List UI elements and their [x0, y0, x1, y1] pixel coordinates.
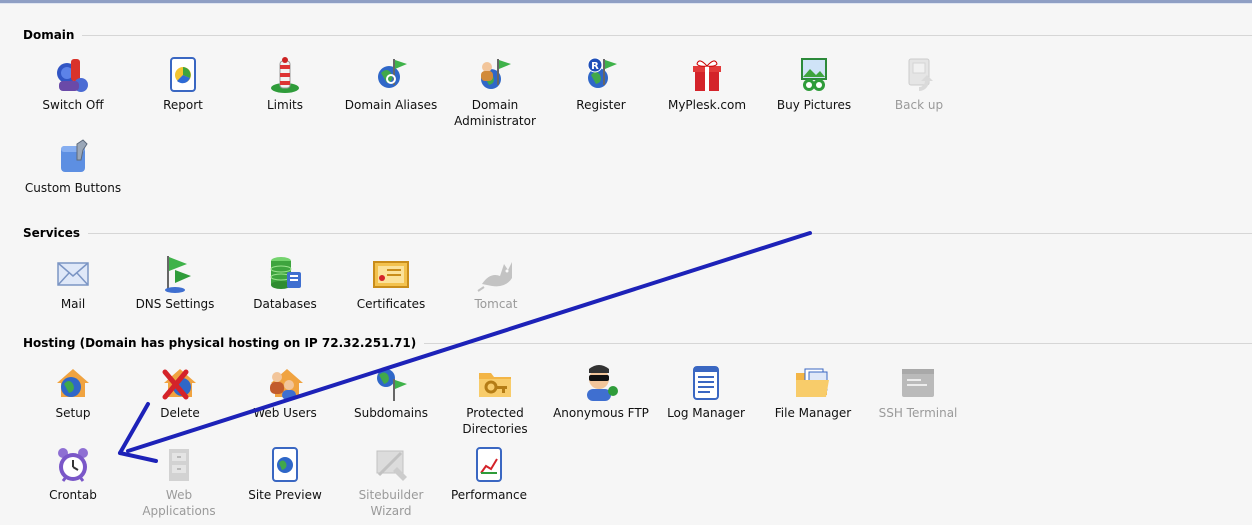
delete-label: Delete — [160, 406, 200, 420]
domain-aliases-label: Domain Aliases — [344, 98, 438, 112]
domain-administrator-icon — [475, 55, 515, 95]
report-icon — [163, 55, 203, 95]
myplesk-button[interactable]: MyPlesk.com — [658, 55, 756, 113]
ssh-terminal-button[interactable]: SSH Terminal — [869, 363, 967, 421]
tomcat-label: Tomcat — [474, 297, 518, 311]
setup-label: Setup — [55, 406, 91, 420]
certificate-icon — [371, 254, 411, 294]
backup-label: Back up — [894, 98, 944, 112]
protected-directories-button[interactable]: Protected Directories — [446, 363, 544, 437]
log-manager-label: Log Manager — [667, 406, 745, 420]
register-label: Register — [576, 98, 626, 112]
sitebuilder-wizard-label: Sitebuilder Wizard — [358, 488, 424, 518]
setup-icon — [53, 363, 93, 403]
sitebuilder-wizard-button[interactable]: Sitebuilder Wizard — [342, 445, 440, 519]
databases-label: Databases — [253, 297, 317, 311]
sitebuilder-icon — [371, 445, 411, 485]
register-icon: R — [581, 55, 621, 95]
subdomains-icon — [371, 363, 411, 403]
report-label: Report — [163, 98, 203, 112]
svg-text:R: R — [591, 61, 599, 72]
web-applications-label: Web Applications — [142, 488, 216, 518]
protected-directories-label: Protected Directories — [462, 406, 528, 436]
custom-buttons-label: Custom Buttons — [24, 181, 122, 195]
dns-settings-label: DNS Settings — [135, 297, 215, 311]
web-users-icon — [265, 363, 305, 403]
web-applications-button[interactable]: Web Applications — [130, 445, 228, 519]
anonymous-ftp-button[interactable]: Anonymous FTP — [552, 363, 650, 421]
domain-aliases-button[interactable]: Domain Aliases — [342, 55, 440, 113]
mail-button[interactable]: Mail — [24, 254, 122, 312]
database-icon — [265, 254, 305, 294]
switch-off-label: Switch Off — [42, 98, 104, 112]
performance-icon — [469, 445, 509, 485]
switch-off-button[interactable]: Switch Off — [24, 55, 122, 113]
domain-aliases-icon — [371, 55, 411, 95]
databases-button[interactable]: Databases — [236, 254, 334, 312]
file-manager-button[interactable]: File Manager — [764, 363, 862, 421]
mail-label: Mail — [60, 297, 86, 311]
anonymous-ftp-label: Anonymous FTP — [553, 406, 649, 420]
section-title-hosting: Hosting (Domain has physical hosting on … — [23, 335, 425, 351]
crontab-label: Crontab — [49, 488, 97, 502]
buy-pictures-label: Buy Pictures — [776, 98, 852, 112]
certificates-button[interactable]: Certificates — [342, 254, 440, 312]
alarm-clock-icon — [53, 445, 93, 485]
backup-icon — [899, 55, 939, 95]
section-title-services: Services — [23, 225, 89, 241]
certificates-label: Certificates — [356, 297, 426, 311]
limits-label: Limits — [267, 98, 303, 112]
top-border-highlight — [0, 3, 1252, 4]
domain-section-divider — [23, 35, 1252, 36]
log-manager-button[interactable]: Log Manager — [657, 363, 755, 421]
web-users-label: Web Users — [253, 406, 317, 420]
tomcat-icon — [476, 254, 516, 294]
performance-button[interactable]: Performance — [440, 445, 538, 503]
services-section-divider — [23, 233, 1252, 234]
register-button[interactable]: R Register — [552, 55, 650, 113]
pictures-icon — [794, 55, 834, 95]
performance-label: Performance — [450, 488, 528, 502]
backup-button[interactable]: Back up — [870, 55, 968, 113]
custom-buttons-icon — [53, 138, 93, 178]
dns-icon — [155, 254, 195, 294]
switch-off-icon — [53, 55, 93, 95]
tomcat-button[interactable]: Tomcat — [447, 254, 545, 312]
limits-button[interactable]: Limits — [236, 55, 334, 113]
domain-administrator-button[interactable]: Domain Administrator — [446, 55, 544, 129]
report-button[interactable]: Report — [134, 55, 232, 113]
custom-buttons-button[interactable]: Custom Buttons — [24, 138, 122, 196]
subdomains-button[interactable]: Subdomains — [342, 363, 440, 421]
site-preview-icon — [265, 445, 305, 485]
myplesk-label: MyPlesk.com — [667, 98, 747, 112]
delete-icon — [160, 363, 200, 403]
web-users-button[interactable]: Web Users — [236, 363, 334, 421]
terminal-icon — [898, 363, 938, 403]
subdomains-label: Subdomains — [353, 406, 429, 420]
gift-icon — [687, 55, 727, 95]
limits-icon — [265, 55, 305, 95]
buy-pictures-button[interactable]: Buy Pictures — [765, 55, 863, 113]
domain-administrator-label: Domain Administrator — [454, 98, 536, 128]
delete-button[interactable]: Delete — [131, 363, 229, 421]
file-manager-icon — [793, 363, 833, 403]
web-applications-icon — [159, 445, 199, 485]
site-preview-label: Site Preview — [248, 488, 322, 502]
anonymous-ftp-icon — [581, 363, 621, 403]
setup-button[interactable]: Setup — [24, 363, 122, 421]
dns-settings-button[interactable]: DNS Settings — [126, 254, 224, 312]
section-title-domain: Domain — [23, 27, 83, 43]
mail-icon — [53, 254, 93, 294]
crontab-button[interactable]: Crontab — [24, 445, 122, 503]
file-manager-label: File Manager — [774, 406, 852, 420]
ssh-terminal-label: SSH Terminal — [878, 406, 958, 420]
site-preview-button[interactable]: Site Preview — [236, 445, 334, 503]
protected-directories-icon — [475, 363, 515, 403]
log-manager-icon — [686, 363, 726, 403]
